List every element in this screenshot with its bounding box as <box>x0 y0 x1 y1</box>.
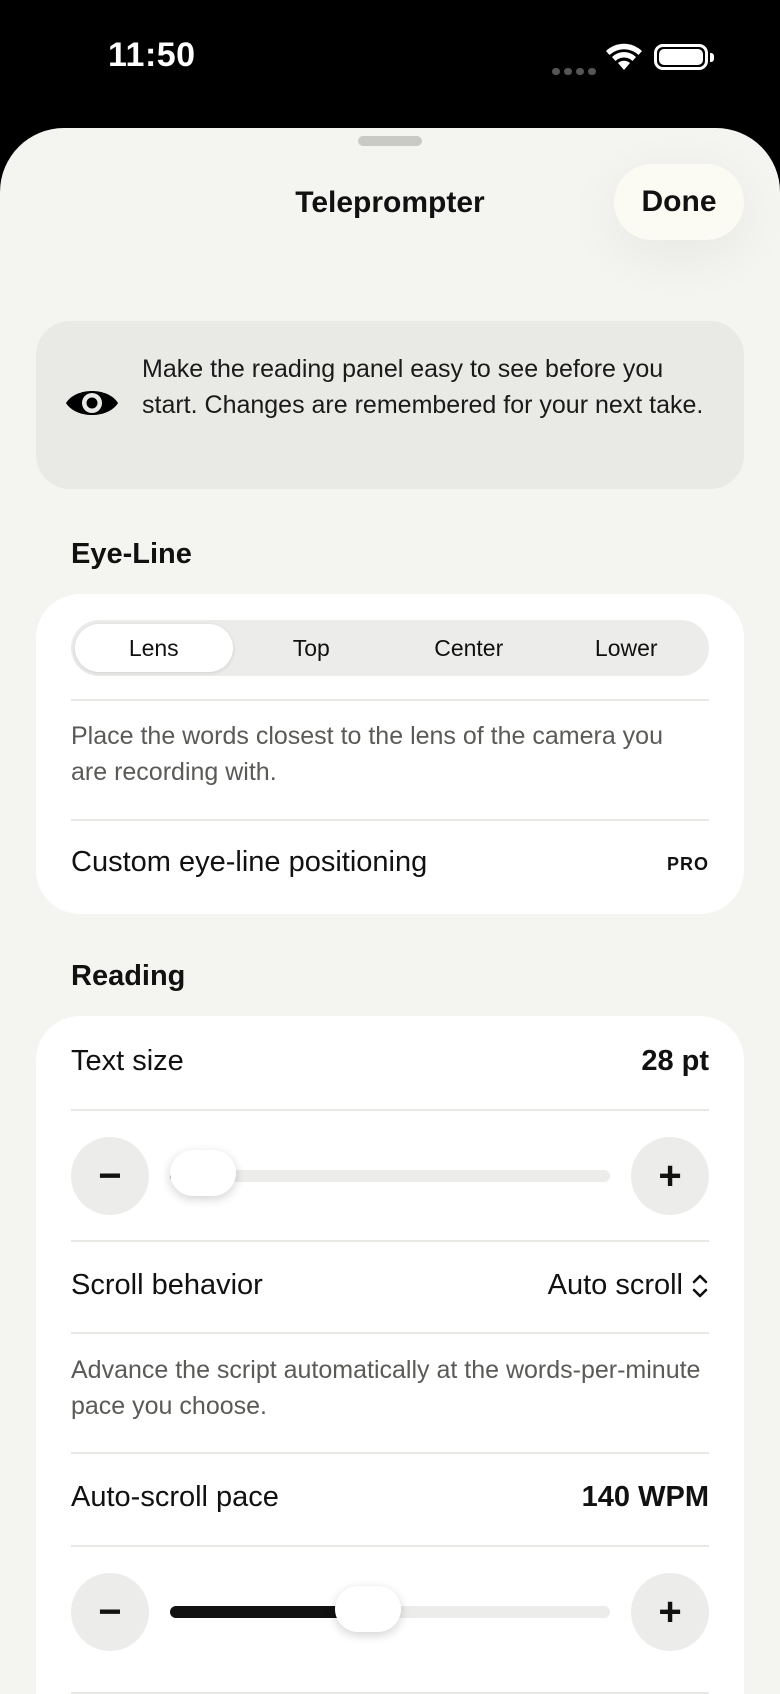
divider <box>71 1545 709 1547</box>
eye-icon <box>66 391 118 415</box>
info-text: Make the reading panel easy to see befor… <box>142 355 704 419</box>
pace-increase-button[interactable]: + <box>631 1573 709 1651</box>
divider <box>71 1332 709 1334</box>
pro-badge: PRO <box>666 854 709 874</box>
pace-slider-thumb[interactable] <box>335 1586 401 1632</box>
eye-line-segmented-control: Lens Top Center Lower <box>71 620 709 676</box>
custom-eye-line-row[interactable]: Custom eye-line positioning <box>71 846 427 879</box>
pace-slider[interactable] <box>170 1586 610 1632</box>
divider <box>71 699 709 701</box>
scroll-behavior-select[interactable]: Auto scroll <box>548 1269 709 1302</box>
status-time: 11:50 <box>108 36 196 74</box>
segment-top[interactable]: Top <box>233 624 391 672</box>
pace-decrease-button[interactable]: − <box>71 1573 149 1651</box>
reading-card: Text size 28 pt − + Scroll behavior Auto… <box>36 1016 744 1694</box>
battery-icon <box>654 44 714 70</box>
chevron-up-down-icon <box>692 1274 708 1297</box>
auto-scroll-pace-value: 140 WPM <box>581 1481 709 1513</box>
text-size-increase-button[interactable]: + <box>631 1137 709 1215</box>
scroll-behavior-label: Scroll behavior <box>71 1269 263 1301</box>
info-banner: Make the reading panel easy to see befor… <box>36 321 744 489</box>
text-size-label: Text size <box>71 1045 184 1077</box>
text-size-decrease-button[interactable]: − <box>71 1137 149 1215</box>
text-size-slider-thumb[interactable] <box>170 1150 236 1196</box>
reading-section-title: Reading <box>71 960 186 992</box>
wifi-icon <box>606 43 642 70</box>
divider <box>71 1109 709 1111</box>
divider <box>71 1452 709 1454</box>
divider <box>71 819 709 821</box>
eye-line-description: Place the words closest to the lens of t… <box>71 722 663 786</box>
done-button[interactable]: Done <box>614 164 744 240</box>
eye-line-section-title: Eye-Line <box>71 538 192 570</box>
sheet-grabber[interactable] <box>358 136 422 146</box>
segment-lower[interactable]: Lower <box>548 624 706 672</box>
eye-line-card: Lens Top Center Lower Place the words cl… <box>36 594 744 914</box>
text-size-slider[interactable] <box>170 1150 610 1196</box>
cellular-signal-icon <box>552 62 600 80</box>
segment-lens[interactable]: Lens <box>75 624 233 672</box>
status-bar: 11:50 <box>0 0 780 128</box>
segment-center[interactable]: Center <box>390 624 548 672</box>
divider <box>71 1240 709 1242</box>
scroll-behavior-value: Auto scroll <box>547 1269 683 1301</box>
auto-scroll-pace-label: Auto-scroll pace <box>71 1481 279 1513</box>
text-size-value: 28 pt <box>641 1045 709 1077</box>
scroll-behavior-description: Advance the script automatically at the … <box>71 1356 701 1420</box>
settings-sheet: Teleprompter Done Make the reading panel… <box>0 128 780 1694</box>
